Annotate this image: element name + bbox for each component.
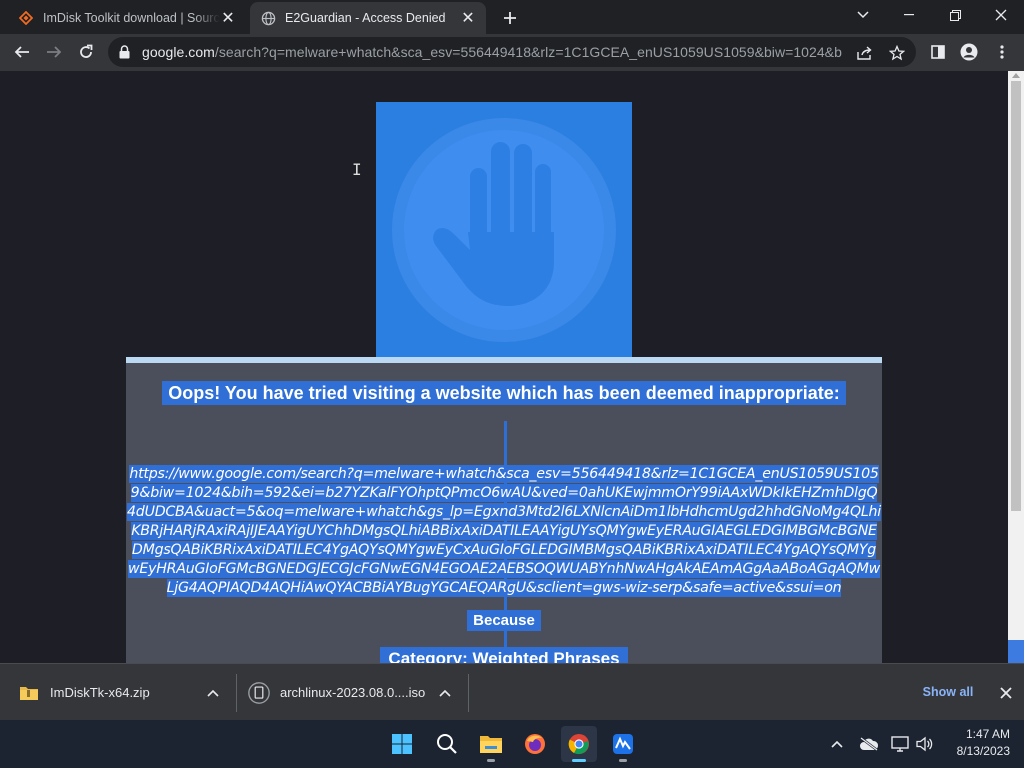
text-cursor-icon: I <box>352 160 362 179</box>
running-indicator <box>487 759 495 762</box>
chevron-up-icon[interactable] <box>438 686 452 700</box>
tab-strip: ImDisk Toolkit download | SourceForge.ne… <box>0 0 1024 34</box>
lock-icon[interactable] <box>116 45 132 59</box>
firefox-icon[interactable] <box>517 726 553 762</box>
show-all-downloads-button[interactable]: Show all <box>912 678 984 706</box>
zip-file-icon <box>18 682 40 704</box>
clock-date: 8/13/2023 <box>956 744 1010 758</box>
disc-file-icon <box>248 681 270 704</box>
tab-e2guardian[interactable]: E2Guardian - Access Denied ✕ <box>250 2 486 34</box>
tab-title: E2Guardian - Access Denied <box>285 11 446 25</box>
taskbar-clock[interactable]: 1:47 AM 8/13/2023 <box>940 726 1020 760</box>
scrollbar-thumb[interactable] <box>1011 81 1021 511</box>
reload-button[interactable] <box>72 38 100 66</box>
download-item-archlinux[interactable]: archlinux-2023.08.0....iso <box>248 664 460 721</box>
file-explorer-icon[interactable] <box>473 726 509 762</box>
divider <box>236 674 237 712</box>
because-label: Because <box>126 610 882 631</box>
back-button[interactable] <box>8 38 36 66</box>
bookmark-star-icon[interactable] <box>888 44 906 62</box>
search-icon[interactable] <box>429 726 465 762</box>
tab-search-icon[interactable] <box>840 0 886 30</box>
cloud-offline-icon[interactable] <box>858 732 880 756</box>
denied-card: Oops! You have tried visiting a website … <box>126 357 882 663</box>
network-icon[interactable] <box>889 732 911 756</box>
address-bar[interactable]: google.com/search?q=melware+whatch&sca_e… <box>108 37 916 67</box>
download-item-imdisk[interactable]: ImDiskTk-x64.zip <box>18 664 230 721</box>
profile-avatar-icon[interactable] <box>955 38 983 66</box>
clock-time: 1:47 AM <box>965 727 1010 741</box>
share-icon[interactable] <box>856 44 874 62</box>
tab-title: ImDisk Toolkit download | SourceForge.ne… <box>43 11 220 25</box>
volume-icon[interactable] <box>914 732 936 756</box>
side-panel-icon[interactable] <box>924 38 952 66</box>
blocked-url[interactable]: https://www.google.com/search?q=melware+… <box>126 465 882 598</box>
new-tab-button[interactable] <box>498 6 522 30</box>
chevron-up-icon[interactable] <box>206 686 220 700</box>
divider <box>468 674 469 712</box>
close-window-button[interactable] <box>978 0 1024 30</box>
windows-start-icon[interactable] <box>384 726 420 762</box>
stop-hand-icon <box>376 102 632 358</box>
url-text[interactable]: google.com/search?q=melware+whatch&sca_e… <box>142 44 842 60</box>
close-shelf-icon[interactable] <box>996 683 1016 703</box>
page-content: Oops! You have tried visiting a website … <box>0 71 1008 663</box>
page-scrollbar[interactable] <box>1008 71 1024 663</box>
chevron-up-icon[interactable] <box>828 732 846 756</box>
download-filename: archlinux-2023.08.0....iso <box>280 685 426 700</box>
chrome-icon[interactable] <box>561 726 597 762</box>
running-indicator <box>572 759 586 762</box>
windows-taskbar: 1:47 AM 8/13/2023 <box>0 720 1024 768</box>
tab-imdisk[interactable]: ImDisk Toolkit download | SourceForge.ne… <box>8 2 246 34</box>
close-tab-icon[interactable]: ✕ <box>460 10 476 27</box>
category-text: Category: Weighted Phrases <box>126 647 882 663</box>
browser-toolbar: google.com/search?q=melware+whatch&sca_e… <box>0 34 1024 71</box>
download-filename: ImDiskTk-x64.zip <box>50 685 150 700</box>
minimize-button[interactable] <box>886 0 932 30</box>
app-icon[interactable] <box>605 726 641 762</box>
restore-button[interactable] <box>932 0 978 30</box>
close-tab-icon[interactable]: ✕ <box>220 10 236 27</box>
denied-heading: Oops! You have tried visiting a website … <box>126 381 882 405</box>
download-shelf: ImDiskTk-x64.zip archlinux-2023.08.0....… <box>0 663 1024 720</box>
sourceforge-icon <box>18 10 34 26</box>
globe-icon <box>260 10 276 26</box>
forward-button[interactable] <box>40 38 68 66</box>
scroll-up-icon[interactable] <box>1012 73 1020 78</box>
menu-kebab-icon[interactable] <box>988 38 1016 66</box>
running-indicator <box>619 759 627 762</box>
